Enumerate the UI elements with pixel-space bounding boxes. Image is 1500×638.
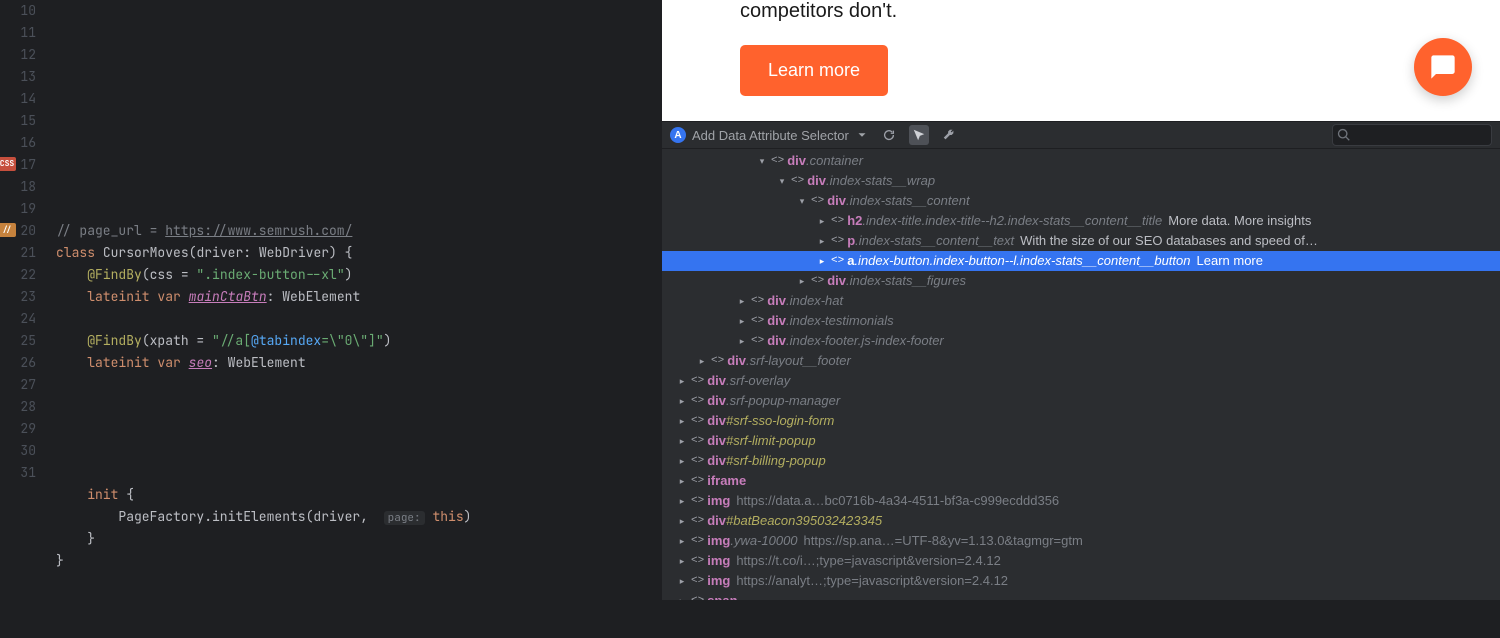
intercom-chat-icon[interactable]	[1414, 38, 1472, 96]
selector-badge-icon: A	[670, 127, 686, 143]
dom-node[interactable]: ▸<>a.index-button.index-button--l.index-…	[662, 251, 1500, 271]
page-body-text: competitors don't.	[740, 0, 1422, 23]
settings-wrench-icon[interactable]	[939, 125, 959, 145]
dom-tree[interactable]: ▾<>div.container▾<>div.index-stats__wrap…	[662, 149, 1500, 600]
dom-node[interactable]: ▸<>div.srf-overlay	[662, 371, 1500, 391]
dom-node[interactable]: ▸<>div.srf-layout__footer	[662, 351, 1500, 371]
embedded-browser[interactable]: competitors don't. Learn more	[662, 0, 1500, 121]
dom-node[interactable]: ▸<>div#srf-limit-popup	[662, 431, 1500, 451]
dom-node[interactable]: ▸<>div#batBeacon395032423345	[662, 511, 1500, 531]
dom-node[interactable]: ▾<>div.index-stats__wrap	[662, 171, 1500, 191]
dom-node[interactable]: ▸<>div.index-stats__figures	[662, 271, 1500, 291]
dom-node[interactable]: ▸<>span	[662, 591, 1500, 600]
dom-node[interactable]: ▾<>div.container	[662, 151, 1500, 171]
dom-node[interactable]: ▸<>p.index-stats__content__textWith the …	[662, 231, 1500, 251]
right-pane: competitors don't. Learn more A Add Data…	[662, 0, 1500, 600]
refresh-icon[interactable]	[879, 125, 899, 145]
dom-node[interactable]: ▸<>div#srf-sso-login-form	[662, 411, 1500, 431]
dom-node[interactable]: ▸<>div#srf-billing-popup	[662, 451, 1500, 471]
dom-node[interactable]: ▸<>div.index-hat	[662, 291, 1500, 311]
dom-node[interactable]: ▸<>img.ywa-10000https://sp.ana…=UTF-8&yv…	[662, 531, 1500, 551]
code-editor-pane: 1011121314151617CSS181920//2122232425262…	[0, 0, 662, 600]
dom-node[interactable]: ▸<>imghttps://t.co/i…;type=javascript&ve…	[662, 551, 1500, 571]
learn-more-button[interactable]: Learn more	[740, 45, 888, 96]
code-area[interactable]: // page_url = https://www.semrush.com/cl…	[50, 0, 662, 600]
dom-node[interactable]: ▸<>div.index-testimonials	[662, 311, 1500, 331]
inspector-search-input[interactable]	[1332, 124, 1492, 146]
dom-node[interactable]: ▾<>div.index-stats__content	[662, 191, 1500, 211]
dom-node[interactable]: ▸<>imghttps://data.a…bc0716b-4a34-4511-b…	[662, 491, 1500, 511]
chevron-down-icon[interactable]	[855, 128, 869, 142]
dom-node[interactable]: ▸<>iframe	[662, 471, 1500, 491]
dom-node[interactable]: ▸<>div.srf-popup-manager	[662, 391, 1500, 411]
element-picker-icon[interactable]	[909, 125, 929, 145]
dom-node[interactable]: ▸<>h2.index-title.index-title--h2.index-…	[662, 211, 1500, 231]
inspector-toolbar: A Add Data Attribute Selector	[662, 121, 1500, 149]
add-selector-label[interactable]: Add Data Attribute Selector	[692, 128, 849, 143]
line-number-gutter: 1011121314151617CSS181920//2122232425262…	[0, 0, 50, 600]
dom-node[interactable]: ▸<>div.index-footer.js-index-footer	[662, 331, 1500, 351]
dom-node[interactable]: ▸<>imghttps://analyt…;type=javascript&ve…	[662, 571, 1500, 591]
